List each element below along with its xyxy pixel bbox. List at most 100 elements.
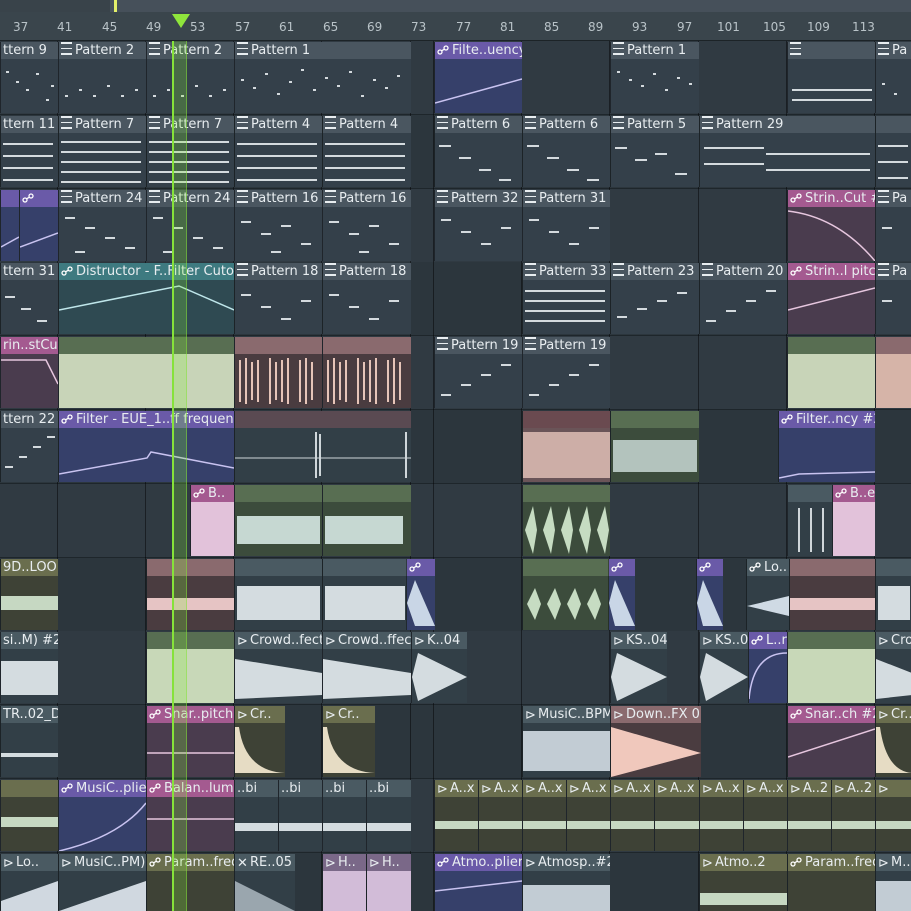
automation-clip[interactable]: MusiC..plier: [58, 780, 146, 851]
pattern-clip[interactable]: Pattern 1: [234, 42, 411, 113]
audio-clip[interactable]: [234, 337, 322, 408]
audio-clip[interactable]: [610, 411, 699, 482]
audio-clip[interactable]: [322, 337, 411, 408]
track-lane[interactable]: [0, 484, 911, 559]
audio-clip[interactable]: ✕ RE..05: [234, 854, 295, 911]
automation-clip[interactable]: L..r: [748, 632, 787, 703]
audio-clip[interactable]: [146, 559, 234, 630]
automation-clip[interactable]: Strin..l pitch: [787, 263, 875, 334]
audio-clip[interactable]: [787, 485, 832, 556]
audio-clip[interactable]: ⊳ A..x: [566, 780, 610, 851]
audio-clip[interactable]: 9D..LOOP: [0, 559, 58, 630]
pattern-clip[interactable]: ttern 11: [0, 116, 58, 187]
automation-clip[interactable]: Strin..Cut #2: [787, 190, 875, 261]
audio-clip[interactable]: ⊳ H..: [322, 854, 366, 911]
audio-clip[interactable]: ⊳ A..2: [787, 780, 831, 851]
automation-clip[interactable]: B..: [190, 485, 234, 556]
pattern-clip[interactable]: Pattern 2: [146, 42, 234, 113]
pattern-clip[interactable]: Pattern 31: [522, 190, 610, 261]
automation-clip[interactable]: [406, 559, 435, 630]
audio-clip[interactable]: [322, 485, 411, 556]
automation-clip[interactable]: Param..freq: [787, 854, 875, 911]
audio-clip[interactable]: Lo..: [746, 559, 789, 630]
pattern-clip[interactable]: Pattern 24: [58, 190, 146, 261]
audio-clip[interactable]: [522, 559, 610, 630]
track-lane[interactable]: [0, 705, 911, 780]
automation-clip[interactable]: [608, 559, 635, 630]
pattern-clip[interactable]: ttern 31: [0, 263, 58, 334]
audio-clip[interactable]: ⊳ A..x: [610, 780, 654, 851]
audio-clip[interactable]: ⊳ MusiC..PM): [58, 854, 146, 911]
pattern-clip[interactable]: Pattern 6: [522, 116, 610, 187]
pattern-clip[interactable]: Pattern 19: [434, 337, 522, 408]
automation-clip[interactable]: Distructor - F..Filter Cutoff: [58, 263, 234, 334]
audio-clip[interactable]: ⊳ Crowd..ffect: [322, 632, 411, 703]
automation-clip[interactable]: Filter..ncy #2: [778, 411, 875, 482]
automation-clip[interactable]: Snar..pitch: [146, 706, 234, 777]
audio-clip[interactable]: ⊳ A..2: [831, 780, 875, 851]
audio-clip[interactable]: ⊳ Cro: [875, 632, 911, 703]
pattern-clip[interactable]: ttern 22: [0, 411, 58, 482]
automation-clip[interactable]: rin..stCut: [0, 337, 58, 408]
pattern-clip[interactable]: Pattern 20: [699, 263, 787, 334]
pattern-clip[interactable]: [875, 116, 911, 187]
automation-clip[interactable]: Balan..lume: [146, 780, 234, 851]
pattern-clip[interactable]: Pattern 18: [234, 263, 322, 334]
audio-clip[interactable]: ⊳ M..: [875, 854, 911, 911]
audio-clip[interactable]: ⊳ Atmo..2: [699, 854, 787, 911]
pattern-clip[interactable]: Pattern 1: [610, 42, 699, 113]
automation-clip[interactable]: Filte..uency: [434, 42, 522, 113]
pattern-clip[interactable]: Pattern 4: [234, 116, 322, 187]
audio-clip[interactable]: ⊳ KS..0: [699, 632, 748, 703]
audio-clip[interactable]: [146, 632, 234, 703]
audio-clip[interactable]: [58, 337, 234, 408]
pattern-clip[interactable]: Pattern 24: [146, 190, 234, 261]
audio-clip[interactable]: ⊳: [875, 780, 911, 851]
audio-clip[interactable]: ..bi: [234, 780, 278, 851]
audio-clip[interactable]: si..M) #2: [0, 632, 58, 703]
pattern-clip[interactable]: Pattern 18: [322, 263, 411, 334]
automation-clip[interactable]: [696, 559, 723, 630]
audio-clip[interactable]: ⊳ Atmosp..#2: [522, 854, 610, 911]
automation-clip[interactable]: [0, 190, 19, 261]
pattern-clip[interactable]: Pattern 29: [699, 116, 875, 187]
audio-clip[interactable]: [875, 337, 911, 408]
audio-clip[interactable]: ⊳ K..04: [411, 632, 467, 703]
audio-clip[interactable]: ..bi: [322, 780, 366, 851]
audio-clip[interactable]: [789, 559, 875, 630]
audio-clip[interactable]: [234, 485, 322, 556]
audio-clip[interactable]: ⊳ Cr..: [234, 706, 285, 777]
pattern-clip[interactable]: Pattern 5: [610, 116, 699, 187]
audio-clip[interactable]: [787, 632, 875, 703]
pattern-clip[interactable]: Pattern 16: [322, 190, 411, 261]
audio-clip[interactable]: [322, 559, 411, 630]
audio-clip[interactable]: ⊳ A..x: [434, 780, 478, 851]
audio-clip[interactable]: [522, 485, 610, 556]
pattern-clip[interactable]: ttern 9: [0, 42, 58, 113]
pattern-clip[interactable]: Pa: [875, 190, 911, 261]
pattern-clip[interactable]: [787, 42, 875, 113]
pattern-clip[interactable]: Pa: [875, 263, 911, 334]
audio-clip[interactable]: ⊳ A..x: [654, 780, 699, 851]
automation-clip[interactable]: Param..freq: [146, 854, 234, 911]
automation-clip[interactable]: [19, 190, 58, 261]
audio-clip[interactable]: [0, 780, 58, 851]
audio-clip[interactable]: ⊳ Cr..: [875, 706, 911, 777]
audio-clip[interactable]: [234, 411, 411, 482]
pattern-clip[interactable]: Pattern 7: [146, 116, 234, 187]
automation-clip[interactable]: B..e: [832, 485, 875, 556]
pattern-clip[interactable]: Pattern 32: [434, 190, 522, 261]
scroll-thumb[interactable]: [110, 0, 911, 12]
automation-clip[interactable]: Snar..ch #2: [787, 706, 875, 777]
audio-clip[interactable]: ⊳ Cr..: [322, 706, 375, 777]
audio-clip[interactable]: ⊳ Crowd..fect: [234, 632, 322, 703]
pattern-clip[interactable]: Pattern 23: [610, 263, 699, 334]
audio-clip[interactable]: [234, 559, 322, 630]
pattern-clip[interactable]: Pattern 19: [522, 337, 610, 408]
audio-clip[interactable]: ⊳ Lo..: [0, 854, 58, 911]
pattern-clip[interactable]: Pattern 7: [58, 116, 146, 187]
audio-clip[interactable]: ⊳ A..x: [699, 780, 743, 851]
song-position-marker[interactable]: [172, 14, 190, 28]
pattern-clip[interactable]: Pattern 16: [234, 190, 322, 261]
pattern-clip[interactable]: Pattern 4: [322, 116, 411, 187]
